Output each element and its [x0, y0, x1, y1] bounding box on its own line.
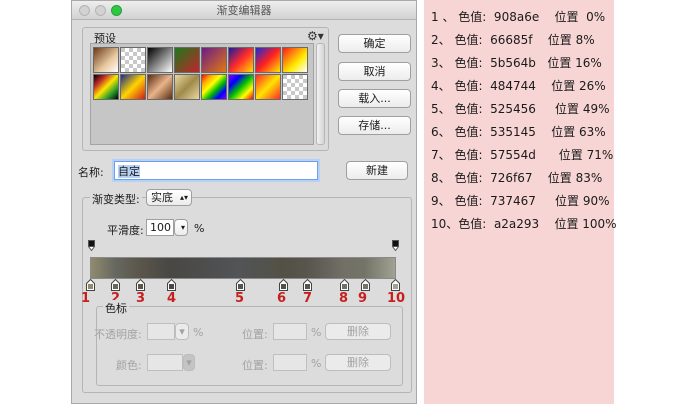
preset-swatch[interactable]	[255, 74, 281, 100]
preset-swatch[interactable]	[120, 47, 146, 73]
opacity-stop-left[interactable]	[88, 240, 95, 251]
location-input-1[interactable]	[273, 323, 307, 340]
color-stop-10[interactable]	[391, 279, 400, 291]
color-stop-5[interactable]	[236, 279, 245, 291]
stop-number-7: 7	[303, 291, 313, 306]
location-label-1: 位置:	[242, 328, 268, 341]
color-stop-3[interactable]	[136, 279, 145, 291]
info-row-9: 9、 色值: 737467 位置 90%	[431, 194, 610, 208]
smoothness-input[interactable]: 100	[146, 219, 174, 236]
gradient-preview-bar[interactable]	[90, 257, 396, 279]
gradient-type-value: 实底	[151, 191, 173, 204]
chevron-down-icon: ▾	[180, 223, 185, 232]
stop-number-8: 8	[339, 291, 349, 306]
new-button[interactable]: 新建	[346, 161, 408, 180]
gear-icon[interactable]: ⚙▾	[307, 29, 324, 43]
delete-button-2[interactable]: 删除	[325, 354, 391, 371]
location-unit-2: %	[311, 357, 322, 370]
name-input[interactable]: 自定	[114, 161, 318, 180]
smoothness-label: 平滑度:	[107, 224, 144, 237]
preset-swatch[interactable]	[228, 74, 254, 100]
color-swatch-input[interactable]	[147, 354, 183, 371]
chevron-updown-icon: ▴▾	[179, 193, 188, 202]
info-row-1: 1 、 色值: 908a6e 位置 0%	[431, 10, 606, 24]
gradient-type-select[interactable]: 实底 ▴▾	[146, 189, 192, 206]
save-button[interactable]: 存储...	[338, 116, 411, 135]
window-title: 渐变编辑器	[216, 4, 272, 17]
info-row-8: 8、 色值: 726f67 位置 83%	[431, 171, 603, 185]
color-stop-8[interactable]	[340, 279, 349, 291]
preset-swatch[interactable]	[174, 47, 200, 73]
minimize-window-button[interactable]	[95, 5, 106, 16]
location-unit-1: %	[311, 326, 322, 339]
gradient-editor-window: 渐变编辑器 预设 ⚙▾ 确定 取消 载入... 存储... 名称: 自定 新建 …	[71, 0, 417, 404]
ok-button[interactable]: 确定	[338, 34, 411, 53]
presets-panel: 预设 ⚙▾	[82, 27, 329, 151]
stop-number-5: 5	[235, 291, 245, 306]
gradient-type-label: 渐变类型:	[90, 191, 142, 207]
preset-swatch[interactable]	[282, 47, 308, 73]
preset-swatch[interactable]	[282, 74, 308, 100]
preset-swatch[interactable]	[228, 47, 254, 73]
zoom-window-button[interactable]	[111, 5, 122, 16]
info-row-2: 2、 色值: 66685f 位置 8%	[431, 33, 595, 47]
chevron-down-icon: ▾	[179, 325, 185, 338]
smoothness-unit: %	[194, 222, 205, 235]
opacity-label: 不透明度:	[94, 328, 142, 341]
location-label-2: 位置:	[242, 359, 268, 372]
stop-number-9: 9	[358, 291, 368, 306]
opacity-input[interactable]	[147, 323, 175, 340]
opacity-dropdown[interactable]: ▾	[175, 323, 189, 340]
preset-swatch[interactable]	[174, 74, 200, 100]
color-stop-1[interactable]	[86, 279, 95, 291]
smoothness-value: 100	[150, 221, 171, 234]
cancel-button[interactable]: 取消	[338, 62, 411, 81]
info-row-3: 3、 色值: 5b564b 位置 16%	[431, 56, 602, 70]
preset-swatch[interactable]	[147, 74, 173, 100]
preset-swatch[interactable]	[201, 47, 227, 73]
preset-swatch-grid	[90, 43, 314, 145]
info-row-7: 7、 色值: 57554d 位置 71%	[431, 148, 614, 162]
name-input-value: 自定	[118, 165, 140, 178]
preset-swatch[interactable]	[120, 74, 146, 100]
color-stop-section-title: 色标	[103, 300, 129, 316]
info-row-10: 10、色值: a2a293 位置 100%	[431, 217, 617, 231]
color-stop-settings-group	[96, 306, 403, 386]
delete-button-1[interactable]: 删除	[325, 323, 391, 340]
color-stop-4[interactable]	[167, 279, 176, 291]
stop-number-3: 3	[136, 291, 146, 306]
location-input-2[interactable]	[273, 354, 307, 371]
name-label: 名称:	[78, 166, 104, 179]
preset-swatch[interactable]	[201, 74, 227, 100]
color-dropdown[interactable]: ▾	[183, 354, 195, 371]
opacity-stop-right[interactable]	[392, 240, 399, 251]
color-stop-2[interactable]	[111, 279, 120, 291]
chevron-down-icon: ▾	[186, 356, 192, 369]
opacity-unit: %	[193, 326, 204, 339]
load-button[interactable]: 载入...	[338, 89, 411, 108]
preset-swatch[interactable]	[147, 47, 173, 73]
smoothness-dropdown[interactable]: ▾	[174, 219, 188, 236]
color-label: 颜色:	[116, 359, 142, 372]
info-row-6: 6、 色值: 535145 位置 63%	[431, 125, 606, 139]
color-stop-7[interactable]	[303, 279, 312, 291]
color-stop-6[interactable]	[279, 279, 288, 291]
color-stop-9[interactable]	[361, 279, 370, 291]
info-row-5: 5、 色值: 525456 位置 49%	[431, 102, 610, 116]
stop-number-1: 1	[81, 291, 91, 306]
presets-scrollbar[interactable]	[316, 43, 325, 145]
preset-swatch[interactable]	[93, 74, 119, 100]
title-bar: 渐变编辑器	[72, 1, 416, 20]
info-row-4: 4、 色值: 484744 位置 26%	[431, 79, 606, 93]
preset-swatch[interactable]	[255, 47, 281, 73]
stop-number-4: 4	[167, 291, 177, 306]
stop-number-6: 6	[277, 291, 287, 306]
preset-swatch[interactable]	[93, 47, 119, 73]
color-stop-info-panel: 1 、 色值: 908a6e 位置 0% 2、 色值: 66685f 位置 8%…	[424, 0, 617, 404]
stop-number-10: 10	[387, 291, 406, 306]
close-window-button[interactable]	[79, 5, 90, 16]
